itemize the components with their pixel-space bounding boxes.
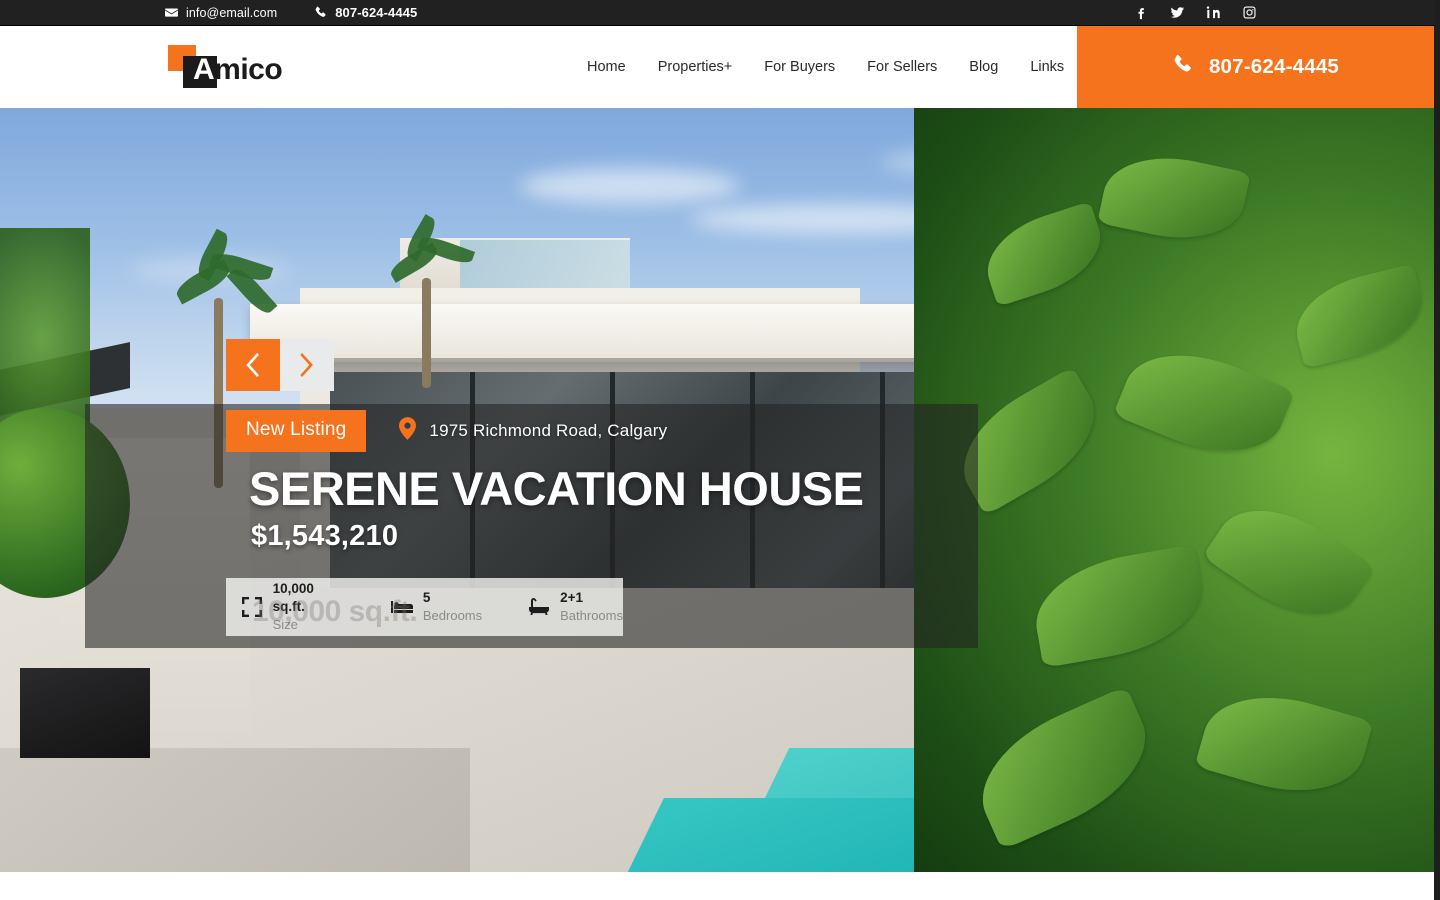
phone-icon [1172, 54, 1193, 80]
map-pin-icon [399, 417, 417, 445]
facebook-icon[interactable] [1133, 4, 1150, 21]
nav-item-blog[interactable]: Blog [953, 59, 1014, 75]
stat-bathrooms: 2+1 Bathrooms [528, 589, 623, 625]
site-logo[interactable]: Amico [164, 42, 284, 88]
stat-bathrooms-text: 2+1 Bathrooms [560, 589, 623, 625]
nav-item-links[interactable]: Links [1014, 59, 1080, 75]
stat-bedrooms-text: 5 Bedrooms [423, 589, 482, 625]
stat-bedrooms-value: 5 [422, 590, 431, 605]
instagram-icon[interactable] [1241, 4, 1258, 21]
chevron-left-icon [245, 353, 259, 377]
topbar-contacts: info@email.com 807-624-4445 [164, 5, 417, 20]
linkedin-icon[interactable] [1205, 4, 1222, 21]
page-root: info@email.com 807-624-4445 Amico Home P… [0, 0, 1440, 900]
site-header: Amico Home Properties+ For Buyers For Se… [0, 26, 1434, 108]
listing-title: SERENE VACATION HOUSE [249, 462, 864, 515]
listing-price: $1,543,210 [251, 520, 399, 552]
topbar-phone[interactable]: 807-624-4445 [313, 5, 417, 20]
listing-badge-row: New Listing 1975 Richmond Road, Calgary [226, 410, 667, 452]
topbar-phone-text: 807-624-4445 [335, 5, 418, 20]
logo-text: Amico [193, 53, 283, 86]
social-links [1133, 4, 1258, 21]
topbar-email[interactable]: info@email.com [164, 6, 277, 20]
chevron-right-icon [299, 353, 313, 377]
slider-prev-button[interactable] [226, 339, 280, 391]
nav-item-for-sellers[interactable]: For Sellers [851, 59, 953, 75]
topbar-email-text: info@email.com [186, 5, 278, 20]
listing-address-text: 1975 Richmond Road, Calgary [429, 421, 668, 440]
slider-controls [226, 339, 334, 391]
stat-bedrooms-label: Bedrooms [422, 608, 483, 623]
bathtub-icon [528, 596, 550, 618]
nav-item-for-buyers[interactable]: For Buyers [748, 59, 851, 75]
header-phone-cta[interactable]: 807-624-4445 [1077, 26, 1434, 108]
hero-slider: New Listing 1975 Richmond Road, Calgary … [0, 108, 1434, 872]
listing-ghost-text: 10,000 sq.ft. [252, 595, 418, 628]
foliage-right [914, 108, 1434, 872]
status-badge: New Listing [226, 410, 367, 452]
nav-item-home[interactable]: Home [575, 59, 642, 75]
stat-bathrooms-value: 2+1 [560, 590, 584, 605]
header-phone-number: 807-624-4445 [1208, 55, 1340, 78]
patio-shadow [0, 748, 470, 872]
page-bottom-whitespace [0, 872, 1434, 900]
cloud [520, 168, 740, 204]
logo-initial: A [193, 53, 215, 86]
nav-item-properties[interactable]: Properties+ [642, 59, 749, 75]
logo-rest: mico [214, 53, 283, 86]
main-navigation: Home Properties+ For Buyers For Sellers … [575, 26, 1162, 108]
envelope-icon [164, 6, 178, 20]
planter-box [20, 668, 150, 758]
slider-next-button[interactable] [280, 339, 334, 391]
stat-bathrooms-label: Bathrooms [560, 608, 623, 623]
twitter-icon[interactable] [1169, 4, 1186, 21]
phone-icon [313, 6, 327, 20]
top-contact-bar: info@email.com 807-624-4445 [0, 0, 1434, 26]
listing-address: 1975 Richmond Road, Calgary [399, 417, 667, 445]
